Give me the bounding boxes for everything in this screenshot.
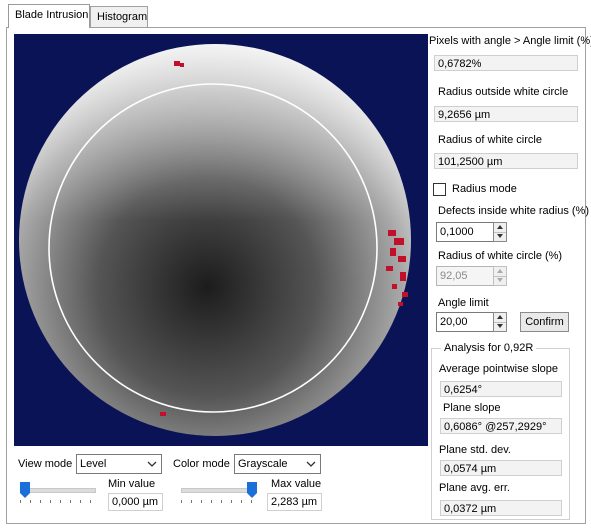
min-value-slider[interactable] bbox=[20, 482, 96, 506]
tab-blade-intrusion[interactable]: Blade Intrusion bbox=[8, 4, 90, 28]
radius-white-pct-spinner bbox=[493, 266, 507, 286]
radius-white-label: Radius of white circle bbox=[438, 134, 542, 146]
radius-white-pct-label: Radius of white circle (%) bbox=[438, 250, 563, 262]
plane-avg-label: Plane avg. err. bbox=[439, 482, 510, 494]
tab-histogram[interactable]: Histogram bbox=[90, 6, 148, 27]
max-value-label: Max value bbox=[271, 478, 322, 490]
color-mode-select[interactable]: Grayscale bbox=[234, 454, 321, 474]
slider-ticks bbox=[181, 500, 257, 503]
plane-std-value: 0,0574 µm bbox=[440, 460, 562, 476]
plane-slope-label: Plane slope bbox=[443, 402, 501, 414]
min-value-label: Min value bbox=[108, 478, 156, 490]
view-mode-value: Level bbox=[80, 458, 107, 470]
tab-label: Histogram bbox=[97, 11, 148, 23]
radius-outside-label: Radius outside white circle bbox=[438, 86, 569, 98]
slider-track bbox=[20, 488, 96, 493]
chevron-down-icon bbox=[306, 461, 316, 467]
defects-spinner[interactable] bbox=[493, 222, 507, 242]
pixels-angle-value: 0,6782% bbox=[434, 55, 578, 71]
radius-white-value: 101,2500 µm bbox=[434, 153, 578, 169]
angle-limit-input[interactable]: 20,00 bbox=[436, 312, 494, 332]
sample-disk-highlight bbox=[19, 44, 411, 436]
chevron-down-icon bbox=[147, 461, 157, 467]
pixels-angle-label: Pixels with angle > Angle limit (%) bbox=[429, 35, 591, 47]
spin-down-icon bbox=[494, 276, 506, 285]
slider-ticks bbox=[20, 500, 96, 503]
spin-down-icon[interactable] bbox=[494, 322, 506, 331]
plane-std-label: Plane std. dev. bbox=[439, 444, 511, 456]
tab-label: Blade Intrusion bbox=[15, 9, 89, 21]
slider-thumb[interactable] bbox=[247, 482, 257, 498]
view-mode-label: View mode bbox=[18, 458, 73, 470]
slider-track bbox=[181, 488, 257, 493]
avg-slope-value: 0,6254° bbox=[440, 381, 562, 397]
radius-mode-checkbox[interactable] bbox=[433, 183, 446, 196]
confirm-button[interactable]: Confirm bbox=[520, 312, 569, 332]
surface-map bbox=[14, 34, 428, 446]
avg-slope-label: Average pointwise slope bbox=[439, 363, 559, 375]
defects-label: Defects inside white radius (%) bbox=[438, 205, 590, 217]
angle-limit-spinner[interactable] bbox=[493, 312, 507, 332]
color-mode-value: Grayscale bbox=[238, 458, 288, 470]
min-value-field[interactable]: 0,000 µm bbox=[108, 493, 163, 511]
analysis-title: Analysis for 0,92R bbox=[441, 342, 537, 354]
surface-image[interactable] bbox=[14, 34, 428, 446]
plane-slope-value: 0,6086° @257,2929° bbox=[440, 418, 562, 434]
max-value-slider[interactable] bbox=[181, 482, 257, 506]
radius-outside-value: 9,2656 µm bbox=[434, 106, 578, 122]
defects-input[interactable]: 0,1000 bbox=[436, 222, 494, 242]
max-value-field[interactable]: 2,283 µm bbox=[267, 493, 322, 511]
slider-thumb[interactable] bbox=[20, 482, 30, 498]
view-mode-select[interactable]: Level bbox=[76, 454, 162, 474]
angle-limit-label: Angle limit bbox=[438, 297, 489, 309]
radius-white-pct-input: 92,05 bbox=[436, 266, 494, 286]
radius-mode-label: Radius mode bbox=[452, 183, 517, 195]
color-mode-label: Color mode bbox=[173, 458, 230, 470]
plane-avg-value: 0,0372 µm bbox=[440, 500, 562, 516]
spin-down-icon[interactable] bbox=[494, 232, 506, 241]
